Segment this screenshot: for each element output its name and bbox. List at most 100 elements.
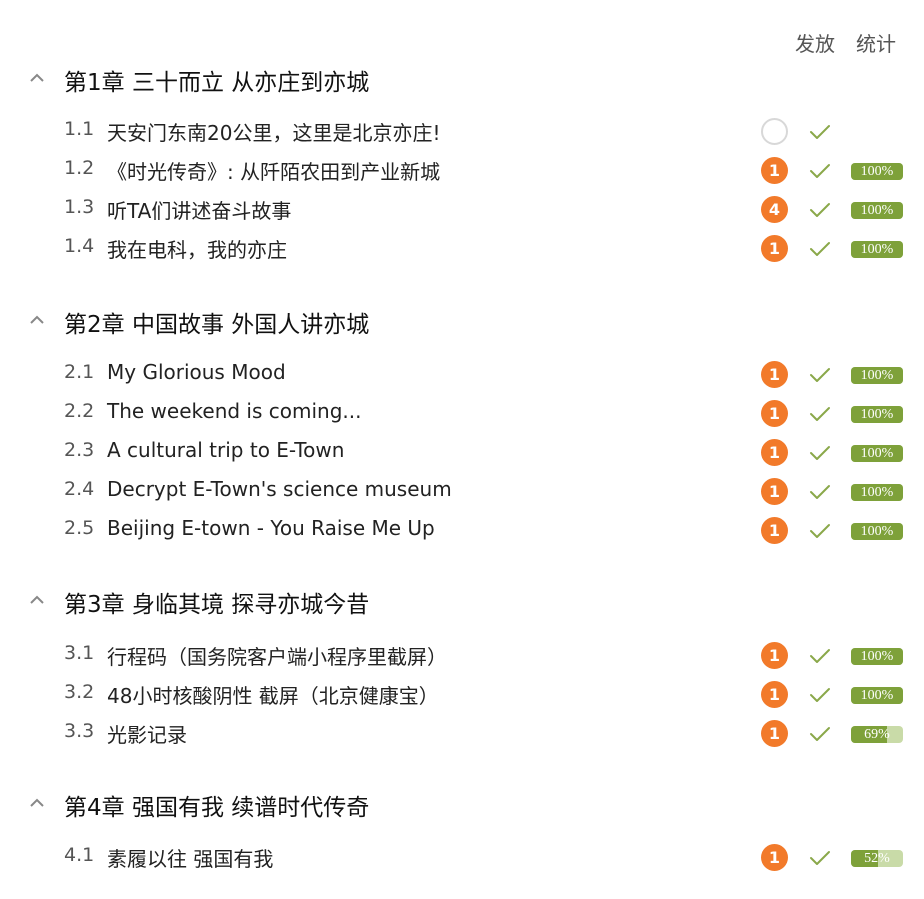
check-icon[interactable] xyxy=(808,161,832,181)
count-badge[interactable]: 1 xyxy=(761,642,788,669)
chapter-header: 第2章 中国故事 外国人讲亦城 xyxy=(0,300,924,340)
lesson-number: 2.5 xyxy=(64,517,95,539)
check-icon[interactable] xyxy=(808,685,832,705)
progress-label: 100% xyxy=(860,485,894,500)
lesson-row[interactable]: 4.1 素履以往 强国有我 1 52% xyxy=(0,838,924,877)
lesson-title[interactable]: 光影记录 xyxy=(107,719,187,748)
lesson-title[interactable]: The weekend is coming... xyxy=(107,399,361,423)
count-badge[interactable]: 1 xyxy=(761,478,788,505)
count-badge[interactable]: 1 xyxy=(761,361,788,388)
chapter-title: 第2章 中国故事 外国人讲亦城 xyxy=(64,312,370,338)
progress-label: 100% xyxy=(860,203,894,218)
chapter-header: 第4章 强国有我 续谱时代传奇 xyxy=(0,783,924,823)
lesson-row[interactable]: 3.1 行程码（国务院客户端小程序里截屏） 1 100% xyxy=(0,636,924,675)
lesson-number: 3.2 xyxy=(64,681,95,703)
lesson-number: 3.3 xyxy=(64,720,95,742)
lesson-title[interactable]: 48小时核酸阴性 截屏（北京健康宝） xyxy=(107,680,439,709)
lesson-title[interactable]: Decrypt E-Town's science museum xyxy=(107,477,452,501)
count-badge[interactable]: 4 xyxy=(761,196,788,223)
lesson-row[interactable]: 1.2 《时光传奇》: 从阡陌农田到产业新城 1 100% xyxy=(0,151,924,190)
lesson-number: 2.2 xyxy=(64,400,95,422)
lesson-title[interactable]: 行程码（国务院客户端小程序里截屏） xyxy=(107,641,447,670)
lesson-number: 1.2 xyxy=(64,157,95,179)
lesson-number: 2.4 xyxy=(64,478,95,500)
count-badge[interactable]: 1 xyxy=(761,720,788,747)
count-badge[interactable]: 1 xyxy=(761,439,788,466)
lesson-row[interactable]: 3.3 光影记录 1 69% xyxy=(0,714,924,753)
check-icon[interactable] xyxy=(808,200,832,220)
check-icon[interactable] xyxy=(808,848,832,868)
chevron-up-icon[interactable] xyxy=(29,592,45,608)
count-badge[interactable]: 1 xyxy=(761,844,788,871)
check-icon[interactable] xyxy=(808,646,832,666)
lesson-title[interactable]: 听TA们讲述奋斗故事 xyxy=(107,195,291,224)
lesson-row[interactable]: 2.4 Decrypt E-Town's science museum 1 100% xyxy=(0,472,924,511)
progress-pill[interactable]: 52% xyxy=(851,850,903,867)
lesson-row[interactable]: 1.1 天安门东南20公里，这里是北京亦庄! xyxy=(0,112,924,151)
check-icon[interactable] xyxy=(808,443,832,463)
count-badge[interactable]: 1 xyxy=(761,681,788,708)
lesson-number: 4.1 xyxy=(64,844,95,866)
progress-pill[interactable]: 100% xyxy=(851,406,903,423)
progress-label: 100% xyxy=(860,446,894,461)
lesson-number: 2.3 xyxy=(64,439,95,461)
count-badge[interactable]: 1 xyxy=(761,235,788,262)
progress-pill[interactable]: 100% xyxy=(851,445,903,462)
progress-pill[interactable]: 100% xyxy=(851,202,903,219)
lesson-row[interactable]: 2.2 The weekend is coming... 1 100% xyxy=(0,394,924,433)
chapter-title: 第1章 三十而立 从亦庄到亦城 xyxy=(64,70,370,96)
lesson-row[interactable]: 3.2 48小时核酸阴性 截屏（北京健康宝） 1 100% xyxy=(0,675,924,714)
lesson-title[interactable]: 天安门东南20公里，这里是北京亦庄! xyxy=(107,117,440,146)
progress-pill[interactable]: 100% xyxy=(851,523,903,540)
check-icon[interactable] xyxy=(808,404,832,424)
progress-pill[interactable]: 100% xyxy=(851,484,903,501)
count-badge[interactable]: 1 xyxy=(761,400,788,427)
progress-pill[interactable]: 69% xyxy=(851,726,903,743)
chevron-up-icon[interactable] xyxy=(29,312,45,328)
progress-label: 100% xyxy=(860,524,894,539)
count-badge[interactable]: 1 xyxy=(761,157,788,184)
lesson-title[interactable]: 我在电科，我的亦庄 xyxy=(107,234,287,263)
lesson-row[interactable]: 2.5 Beijing E-town - You Raise Me Up 1 100% xyxy=(0,511,924,550)
lesson-title[interactable]: My Glorious Mood xyxy=(107,360,286,384)
column-header-release[interactable]: 发放 xyxy=(795,28,835,57)
lesson-row[interactable]: 1.3 听TA们讲述奋斗故事 4 100% xyxy=(0,190,924,229)
progress-label: 100% xyxy=(860,649,894,664)
progress-label: 100% xyxy=(860,407,894,422)
check-icon[interactable] xyxy=(808,482,832,502)
check-icon[interactable] xyxy=(808,521,832,541)
progress-pill[interactable]: 100% xyxy=(851,648,903,665)
check-icon[interactable] xyxy=(808,122,832,142)
progress-label: 100% xyxy=(860,688,894,703)
progress-label: 100% xyxy=(860,368,894,383)
lesson-row[interactable]: 2.1 My Glorious Mood 1 100% xyxy=(0,355,924,394)
chevron-up-icon[interactable] xyxy=(29,70,45,86)
count-badge[interactable]: 1 xyxy=(761,517,788,544)
lesson-title[interactable]: A cultural trip to E-Town xyxy=(107,438,344,462)
progress-pill[interactable]: 100% xyxy=(851,367,903,384)
check-icon[interactable] xyxy=(808,365,832,385)
lesson-row[interactable]: 2.3 A cultural trip to E-Town 1 100% xyxy=(0,433,924,472)
progress-pill[interactable]: 100% xyxy=(851,163,903,180)
lesson-title[interactable]: Beijing E-town - You Raise Me Up xyxy=(107,516,435,540)
check-icon[interactable] xyxy=(808,239,832,259)
lesson-number: 1.4 xyxy=(64,235,95,257)
progress-label: 69% xyxy=(864,727,890,742)
lesson-number: 2.1 xyxy=(64,361,95,383)
chevron-up-icon[interactable] xyxy=(29,795,45,811)
progress-label: 100% xyxy=(860,242,894,257)
lesson-number: 3.1 xyxy=(64,642,95,664)
empty-count-circle[interactable] xyxy=(761,118,788,145)
check-icon[interactable] xyxy=(808,724,832,744)
column-header-stats[interactable]: 统计 xyxy=(856,28,896,57)
progress-label: 100% xyxy=(860,164,894,179)
progress-pill[interactable]: 100% xyxy=(851,687,903,704)
lesson-number: 1.1 xyxy=(64,118,95,140)
lesson-number: 1.3 xyxy=(64,196,95,218)
chapter-title: 第4章 强国有我 续谱时代传奇 xyxy=(64,795,370,821)
lesson-row[interactable]: 1.4 我在电科，我的亦庄 1 100% xyxy=(0,229,924,268)
progress-label: 52% xyxy=(864,851,890,866)
lesson-title[interactable]: 《时光传奇》: 从阡陌农田到产业新城 xyxy=(107,156,440,185)
lesson-title[interactable]: 素履以往 强国有我 xyxy=(107,843,273,872)
progress-pill[interactable]: 100% xyxy=(851,241,903,258)
